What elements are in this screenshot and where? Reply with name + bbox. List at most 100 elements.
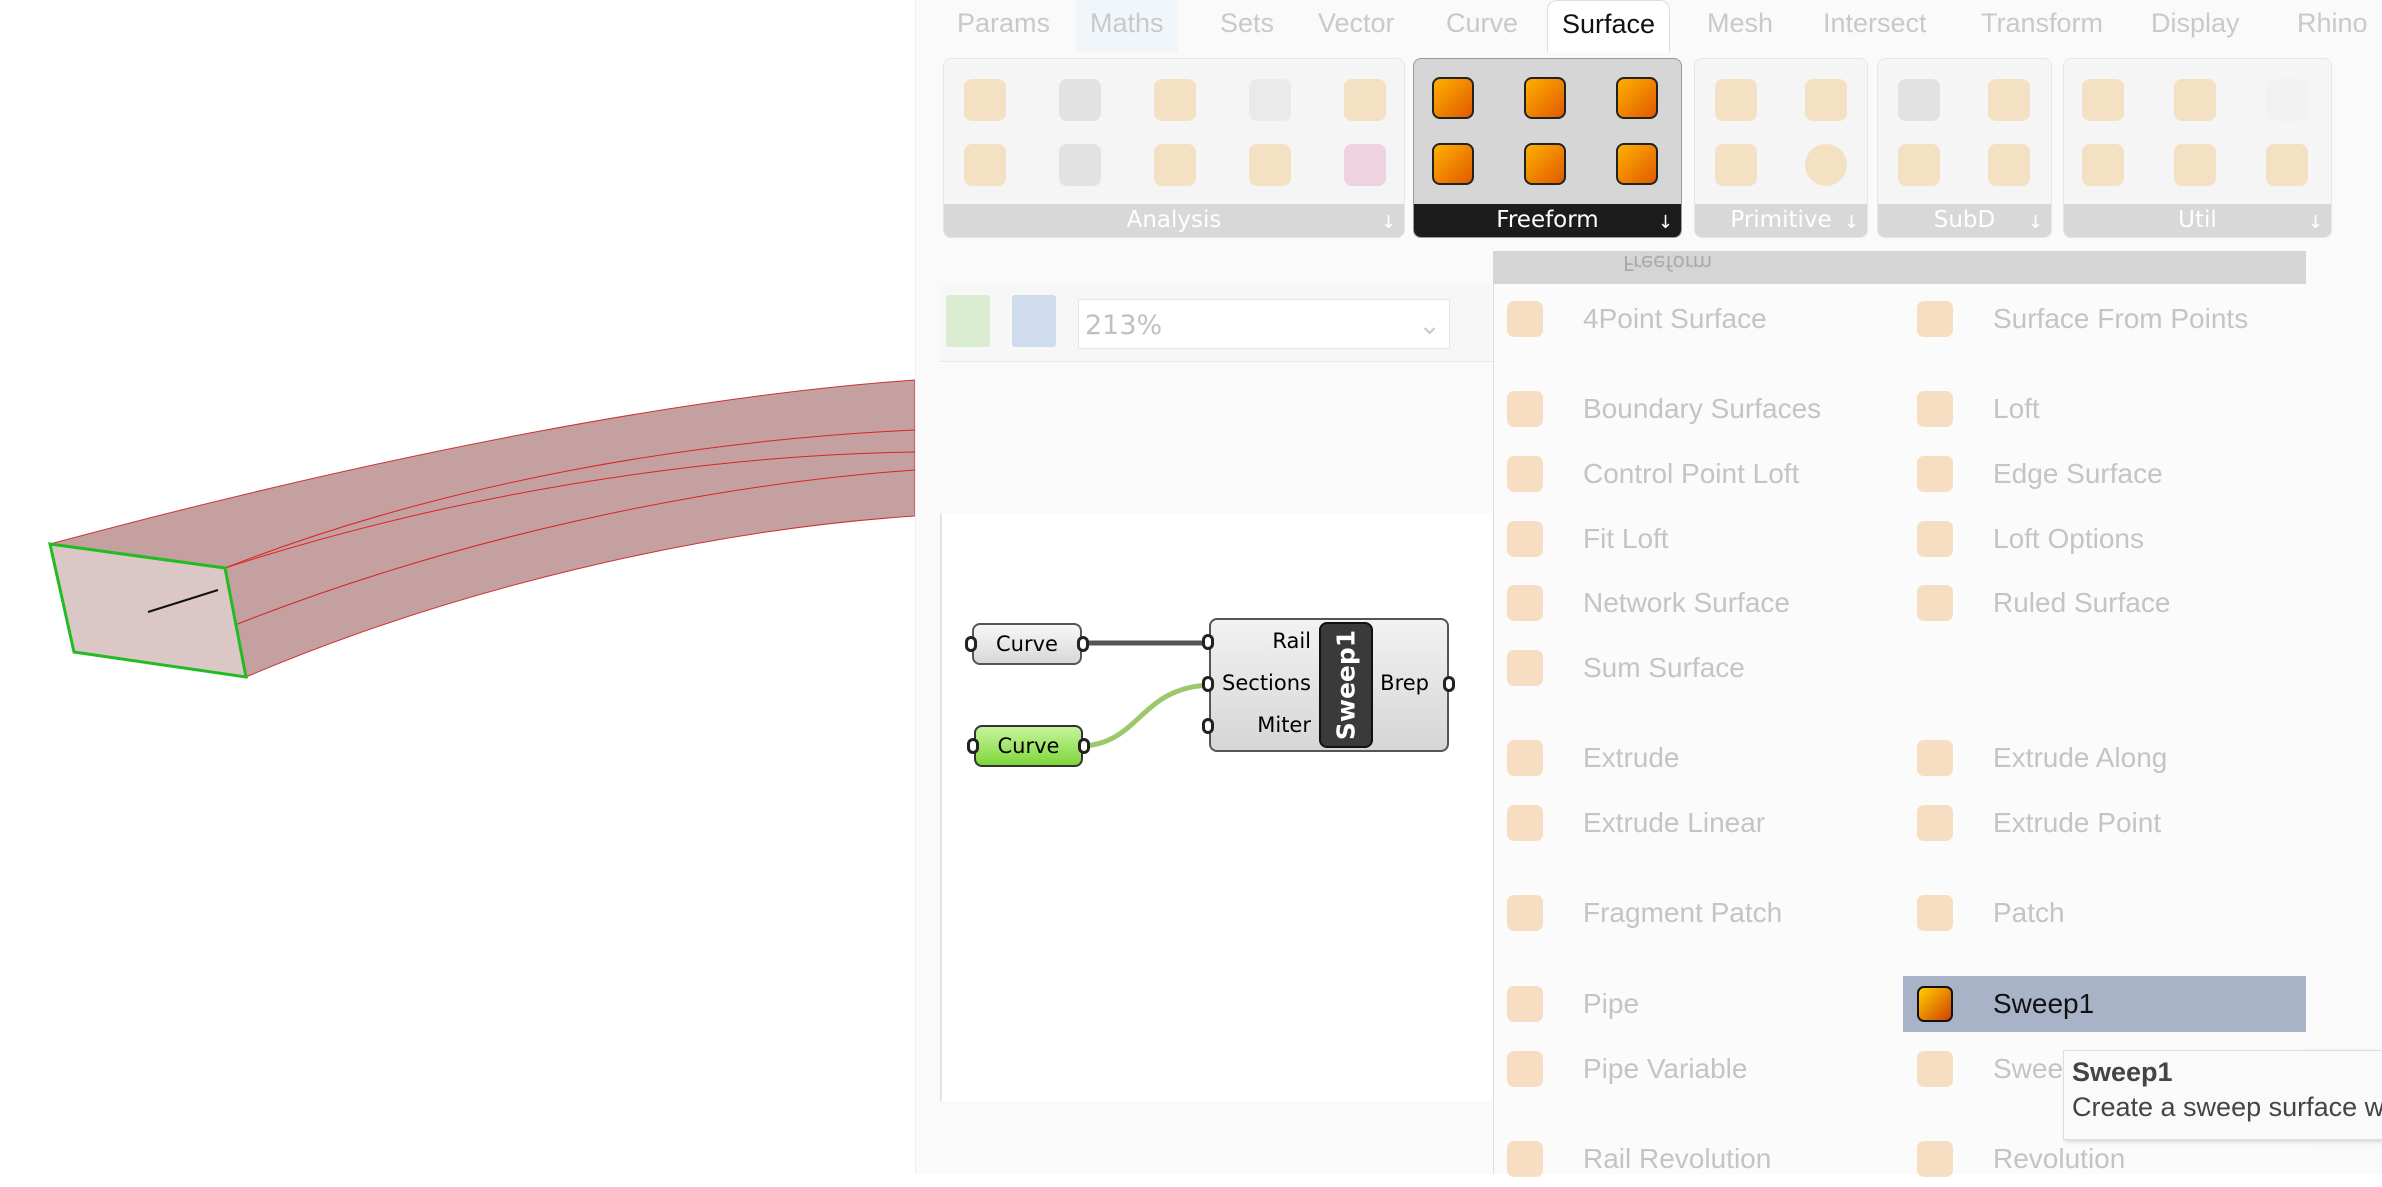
tab-maths[interactable]: Maths <box>1076 0 1178 52</box>
menu-item-surface-from-points[interactable]: Surface From Points <box>1903 291 2303 347</box>
dice-icon[interactable] <box>1715 79 1757 121</box>
menu-item-extrude[interactable]: Extrude <box>1493 730 1893 786</box>
cylinder-icon[interactable] <box>1805 79 1847 121</box>
curvature-icon[interactable] <box>1344 144 1386 186</box>
menu-item-label: Extrude Along <box>1993 742 2168 773</box>
zoom-combo[interactable]: 213% ⌄ <box>1078 299 1450 349</box>
wires <box>1082 640 1210 749</box>
box-icon[interactable] <box>1715 144 1757 186</box>
menu-item-fit-loft[interactable]: Fit Loft <box>1493 511 1893 567</box>
sweep1-icon[interactable] <box>1616 143 1658 185</box>
tab-mesh[interactable]: Mesh <box>1707 8 1773 39</box>
brep-icon[interactable] <box>1344 79 1386 121</box>
input-grip[interactable] <box>967 738 979 754</box>
tab-surface[interactable]: Surface <box>1547 0 1671 52</box>
box-icon[interactable] <box>964 79 1006 121</box>
output-grip[interactable] <box>1077 636 1089 652</box>
menu-item-extrude-along[interactable]: Extrude Along <box>1903 730 2303 786</box>
tab-params[interactable]: Params <box>957 8 1050 39</box>
curve-param-rail[interactable]: Curve <box>972 623 1082 665</box>
control-points-icon[interactable] <box>2082 144 2124 186</box>
menu-item-fragment-patch[interactable]: Fragment Patch <box>1493 885 1893 941</box>
group-label[interactable]: Primitive <box>1695 204 1867 237</box>
sections-grip[interactable] <box>1202 676 1214 692</box>
arrow-down-icon[interactable]: ↓ <box>1381 212 1396 233</box>
pipe-icon[interactable] <box>1616 77 1658 119</box>
volume-icon[interactable] <box>1059 144 1101 186</box>
menu-item-boundary-surfaces[interactable]: Boundary Surfaces <box>1493 381 1893 437</box>
input-rail[interactable]: Rail <box>1272 629 1311 653</box>
group-label[interactable]: Freeform <box>1414 204 1681 237</box>
rhino-viewport[interactable] <box>0 0 916 1174</box>
menu-item-sweep1[interactable]: Sweep1 <box>1903 976 2306 1032</box>
frame-icon[interactable] <box>2266 79 2308 121</box>
tab-rhino[interactable]: Rhino <box>2297 8 2368 39</box>
deconstruct-icon[interactable] <box>964 144 1006 186</box>
menu-item-pipe[interactable]: Pipe <box>1493 976 1893 1032</box>
menu-item-extrude-point[interactable]: Extrude Point <box>1903 795 2303 851</box>
save-icon[interactable] <box>1012 295 1056 347</box>
surface-from-points-icon[interactable] <box>1432 143 1474 185</box>
split-icon[interactable] <box>2174 79 2216 121</box>
subd-mesh-icon[interactable] <box>1988 144 2030 186</box>
input-sections[interactable]: Sections <box>1222 671 1311 695</box>
miter-grip[interactable] <box>1202 718 1214 734</box>
boundary-surface-icon[interactable] <box>1524 77 1566 119</box>
offset-icon[interactable] <box>2266 144 2308 186</box>
group-label[interactable]: Util <box>2064 204 2331 237</box>
group-freeform: Freeform ↓ <box>1413 58 1682 238</box>
tab-curve[interactable]: Curve <box>1446 8 1518 39</box>
menu-item-edge-surface[interactable]: Edge Surface <box>1903 446 2303 502</box>
menu-item-loft[interactable]: Loft <box>1903 381 2303 437</box>
sweep1-component[interactable]: Rail Sections Miter Sweep1 Brep <box>1209 618 1449 752</box>
menu-item-label: Loft Options <box>1993 523 2144 554</box>
menu-item-loft-options[interactable]: Loft Options <box>1903 511 2303 567</box>
extrude-point-icon <box>1917 805 1953 841</box>
menu-item-network-surface[interactable]: Network Surface <box>1493 575 1893 631</box>
tab-sets[interactable]: Sets <box>1220 8 1274 39</box>
subd-box-icon[interactable] <box>1898 79 1940 121</box>
evaluate-icon[interactable] <box>1249 79 1291 121</box>
menu-item-extrude-linear[interactable]: Extrude Linear <box>1493 795 1893 851</box>
menu-item-4point-surface[interactable]: 4Point Surface <box>1493 291 1893 347</box>
menu-item-ruled-surface[interactable]: Ruled Surface <box>1903 575 2303 631</box>
curve-param-sections[interactable]: Curve <box>974 725 1083 767</box>
point-icon[interactable] <box>1154 79 1196 121</box>
group-analysis: Analysis ↓ <box>943 58 1405 238</box>
input-miter[interactable]: Miter <box>1257 713 1311 737</box>
tab-transform[interactable]: Transform <box>1981 8 2103 39</box>
input-grip[interactable] <box>965 636 977 652</box>
sphere-icon[interactable] <box>1805 144 1847 186</box>
tab-intersect[interactable]: Intersect <box>1823 8 1927 39</box>
menu-item-rail-revolution[interactable]: Rail Revolution <box>1493 1131 1893 1187</box>
area-icon[interactable] <box>1059 79 1101 121</box>
cap-icon[interactable] <box>2174 144 2216 186</box>
arrow-down-icon[interactable]: ↓ <box>1658 212 1673 233</box>
tooltip: Sweep1 Create a sweep surface with one r… <box>2063 1050 2382 1140</box>
arrow-down-icon[interactable]: ↓ <box>2028 212 2043 233</box>
4point-surface-icon[interactable] <box>1432 77 1474 119</box>
menu-item-patch[interactable]: Patch <box>1903 885 2303 941</box>
menu-item-control-point-loft[interactable]: Control Point Loft <box>1493 446 1893 502</box>
loft-icon[interactable] <box>1524 143 1566 185</box>
closest-icon[interactable] <box>1154 144 1196 186</box>
group-label[interactable]: Analysis <box>944 204 1404 237</box>
menu-item-sum-surface[interactable]: Sum Surface <box>1493 640 1893 696</box>
tab-vector[interactable]: Vector <box>1318 8 1395 39</box>
tab-display[interactable]: Display <box>2151 8 2240 39</box>
chevron-down-icon[interactable]: ⌄ <box>1418 310 1441 341</box>
open-folder-icon[interactable] <box>946 295 990 347</box>
group-label[interactable]: SubD <box>1878 204 2051 237</box>
subd-sphere-icon[interactable] <box>1898 144 1940 186</box>
menu-item-pipe-variable[interactable]: Pipe Variable <box>1493 1041 1893 1097</box>
rail-grip[interactable] <box>1202 634 1214 650</box>
arrow-down-icon[interactable]: ↓ <box>2308 212 2323 233</box>
arrow-down-icon[interactable]: ↓ <box>1844 212 1859 233</box>
output-brep[interactable]: Brep <box>1380 671 1429 695</box>
menu-item-label: Extrude Point <box>1993 807 2162 838</box>
brep-grip[interactable] <box>1443 676 1455 692</box>
output-grip[interactable] <box>1078 738 1090 754</box>
subd-fromlines-icon[interactable] <box>1988 79 2030 121</box>
points-surface-icon[interactable] <box>2082 79 2124 121</box>
edges-icon[interactable] <box>1249 144 1291 186</box>
